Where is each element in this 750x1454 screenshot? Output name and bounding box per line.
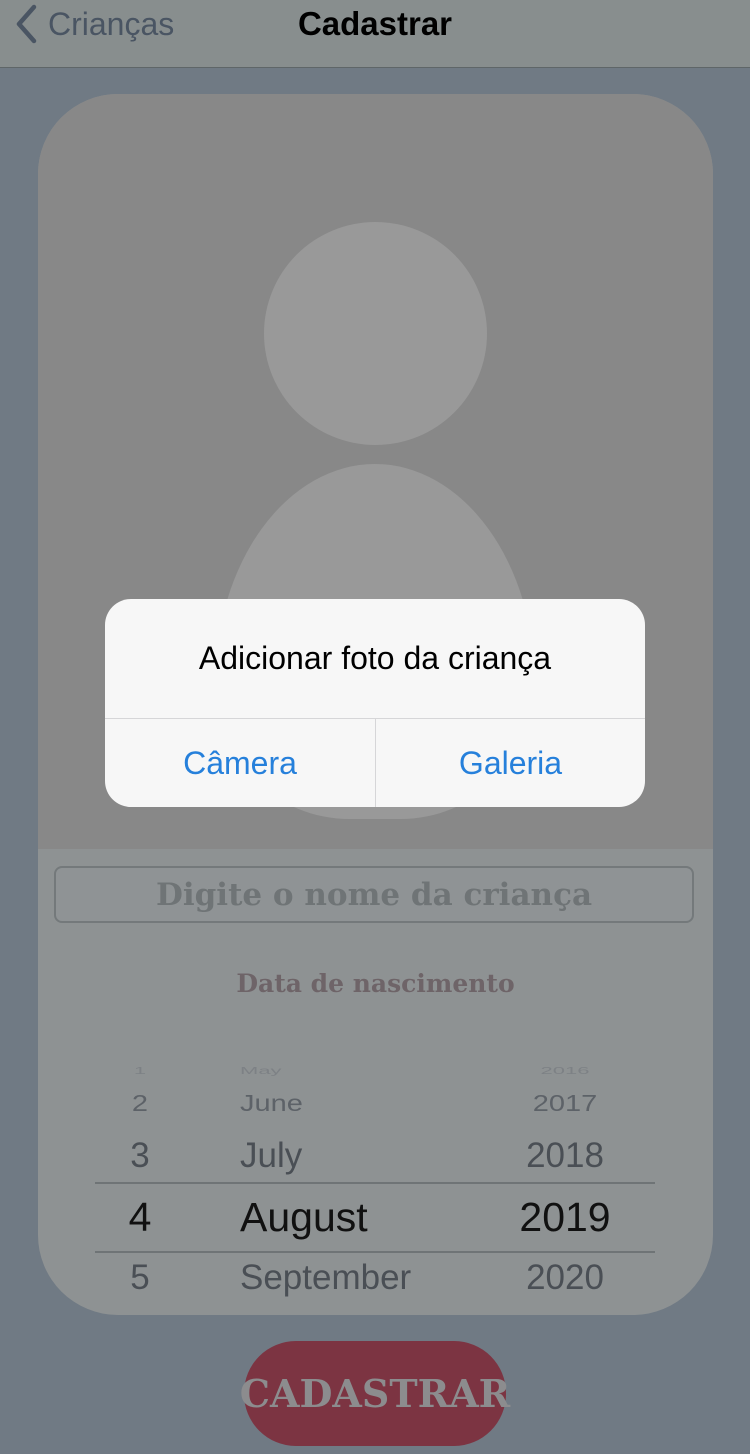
picker-month: June bbox=[240, 1090, 303, 1117]
picker-row[interactable]: 3 July 2018 bbox=[95, 1126, 655, 1186]
picker-year: 2018 bbox=[526, 1136, 604, 1175]
picker-day: 2 bbox=[131, 1090, 149, 1117]
navigation-bar: Crianças Cadastrar bbox=[0, 0, 750, 68]
picker-month: July bbox=[240, 1136, 303, 1175]
picker-row[interactable]: 4 August 2019 bbox=[95, 1187, 655, 1247]
child-name-placeholder: Digite o nome da criança bbox=[155, 876, 593, 913]
picker-year: 2020 bbox=[526, 1258, 604, 1297]
camera-button[interactable]: Câmera bbox=[105, 719, 375, 807]
birth-date-picker[interactable]: 1 May 2016 2 June 2017 3 July 2018 4 August 2019 5 Se… bbox=[95, 997, 655, 1297]
add-photo-alert: Adicionar foto da criança Câmera Galeria bbox=[105, 599, 645, 807]
picker-selection-top-line bbox=[95, 1182, 655, 1184]
picker-row[interactable]: 2 June 2017 bbox=[95, 1080, 655, 1128]
picker-month: August bbox=[240, 1193, 368, 1240]
alert-title: Adicionar foto da criança bbox=[198, 640, 552, 676]
picker-year: 2016 bbox=[540, 1065, 590, 1077]
gallery-button[interactable]: Galeria bbox=[376, 719, 645, 807]
picker-day: 1 bbox=[133, 1065, 147, 1077]
picker-row[interactable]: 5 September 2020 bbox=[95, 1248, 655, 1297]
picker-month: September bbox=[240, 1258, 412, 1297]
picker-day: 4 bbox=[128, 1193, 152, 1240]
picker-selection-bottom-line bbox=[95, 1251, 655, 1253]
picker-month: May bbox=[240, 1065, 282, 1077]
picker-day: 5 bbox=[130, 1258, 150, 1297]
page-title: Cadastrar bbox=[297, 5, 453, 42]
register-button-label: CADASTRAR bbox=[239, 1371, 511, 1416]
person-silhouette-icon bbox=[264, 222, 487, 445]
picker-year: 2017 bbox=[532, 1090, 598, 1117]
birth-date-label: Data de nascimento bbox=[236, 969, 515, 998]
picker-day: 3 bbox=[130, 1136, 150, 1175]
picker-year: 2019 bbox=[519, 1193, 611, 1240]
child-name-input[interactable]: Digite o nome da criança bbox=[54, 866, 694, 923]
register-button[interactable]: CADASTRAR bbox=[240, 1341, 510, 1446]
